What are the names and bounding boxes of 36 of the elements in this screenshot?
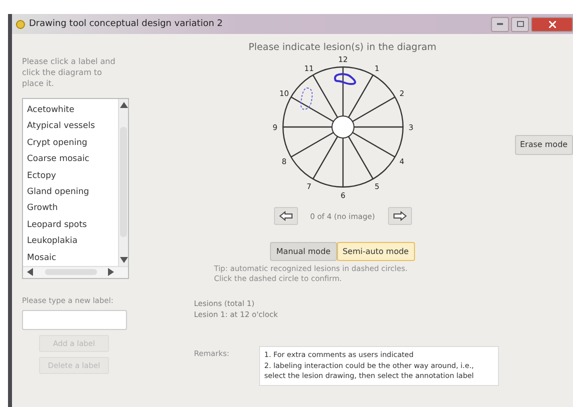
label-item[interactable]: Acetowhite: [27, 102, 118, 118]
label-item[interactable]: Gland opening: [27, 184, 118, 200]
label-item[interactable]: Coarse mosaic: [27, 151, 118, 168]
dashed-lesion-outline[interactable]: [300, 88, 312, 110]
scroll-right-icon[interactable]: [108, 268, 114, 276]
right-arrow-icon: [392, 211, 406, 221]
diagram-title: Please indicate lesion(s) in the diagram: [248, 42, 436, 53]
maximize-icon: [516, 21, 524, 27]
label-item[interactable]: Mosaic: [27, 250, 118, 266]
scroll-left-icon[interactable]: [27, 268, 33, 276]
scrollbar-thumb[interactable]: [120, 127, 127, 238]
mode-button[interactable]: Semi-auto mode: [336, 242, 415, 261]
previous-button[interactable]: [274, 207, 298, 225]
erase-mode-button[interactable]: Erase mode: [515, 134, 573, 154]
left-arrow-icon: [278, 211, 292, 221]
minimize-icon: [497, 23, 503, 25]
app-icon: [16, 20, 25, 28]
scroll-up-icon[interactable]: [120, 102, 128, 108]
label-item[interactable]: Ectopy: [27, 168, 118, 184]
label-item[interactable]: Leopard spots: [27, 216, 118, 234]
new-label-field[interactable]: [22, 310, 127, 330]
instruction-text: Please click a label and click the diagram to place it.: [22, 56, 116, 89]
clock-diagram[interactable]: [282, 66, 404, 188]
close-icon: [548, 20, 556, 28]
close-button[interactable]: [531, 16, 573, 32]
scroll-down-icon[interactable]: [120, 256, 128, 263]
label-item[interactable]: Growth: [27, 200, 118, 217]
window-title: Drawing tool conceptual design variation 2: [29, 19, 223, 29]
maximize-button[interactable]: [511, 16, 529, 32]
label-item[interactable]: Atypical vessels: [27, 118, 118, 135]
mode-button[interactable]: Manual mode: [270, 242, 337, 261]
label-item[interactable]: Crypt opening: [27, 134, 118, 152]
label-item[interactable]: Leukoplakia: [27, 233, 118, 250]
lesion-outline[interactable]: [334, 73, 356, 85]
next-button[interactable]: [388, 207, 412, 225]
minimize-button[interactable]: [491, 16, 509, 32]
